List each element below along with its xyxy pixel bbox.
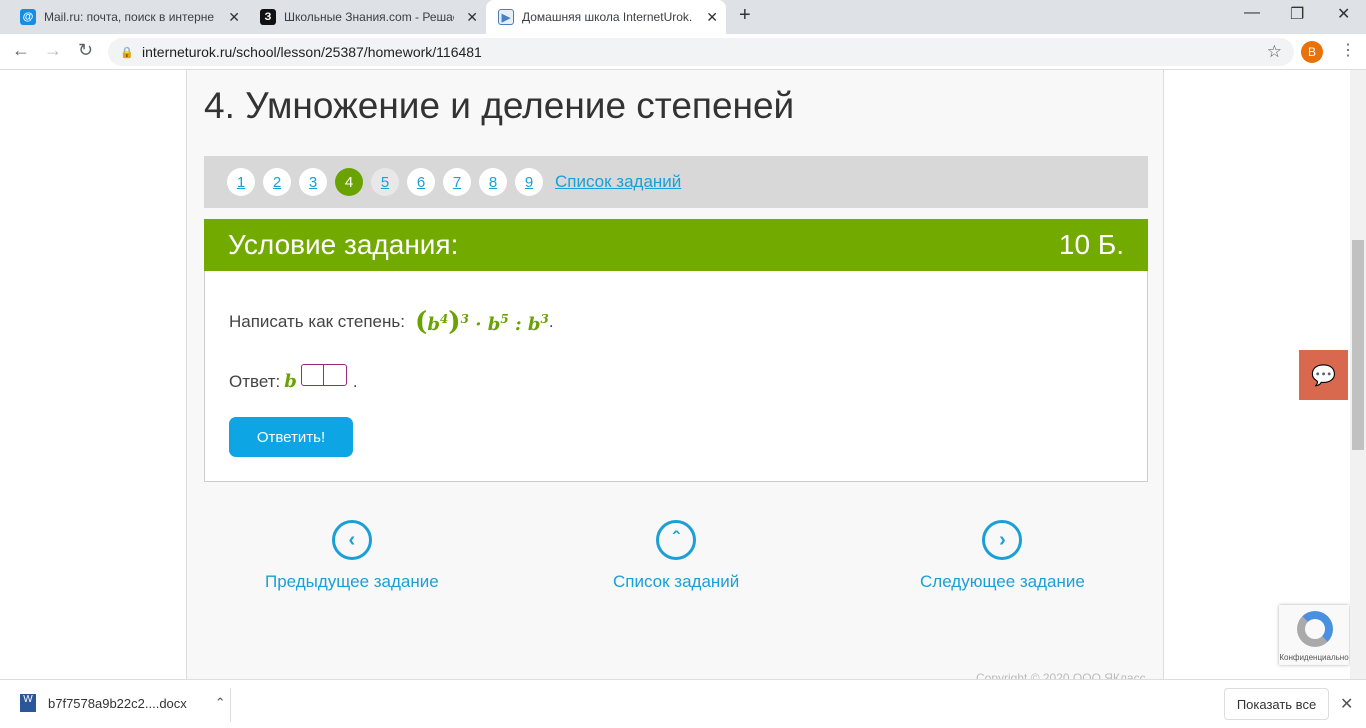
- submit-button[interactable]: Ответить!: [229, 417, 353, 457]
- mailru-icon: @: [20, 9, 36, 25]
- chat-button[interactable]: 💬: [1299, 350, 1348, 400]
- recaptcha-badge[interactable]: Конфиденциально: [1279, 605, 1349, 665]
- task-body: Написать как степень: (b4)3 · b5 : b3. О…: [204, 271, 1148, 482]
- page-link-9[interactable]: 9: [515, 168, 543, 196]
- page-link-2[interactable]: 2: [263, 168, 291, 196]
- task-header: Условие задания: 10 Б.: [204, 219, 1148, 271]
- answer-row: Ответ: b.: [229, 363, 358, 392]
- tab-strip: @ Mail.ru: почта, поиск в интернете ✕ З Шко…: [0, 0, 1366, 34]
- bookmark-star-icon[interactable]: ☆: [1267, 42, 1282, 62]
- address-bar[interactable]: 🔒 interneturok.ru/school/lesson/25387/hom…: [108, 38, 1294, 66]
- task-list-link[interactable]: Список заданий: [555, 172, 681, 192]
- close-window-button[interactable]: ✕: [1337, 4, 1350, 24]
- close-tab-icon[interactable]: ✕: [706, 9, 718, 26]
- tab-interneturok[interactable]: ▶ Домашняя школа InternetUrok.ru ✕: [486, 0, 726, 34]
- next-task-button[interactable]: › Следующее задание: [920, 520, 1085, 592]
- page-link-5[interactable]: 5: [371, 168, 399, 196]
- chevron-right-icon: ›: [982, 520, 1023, 560]
- internetUrok-icon: ▶: [498, 9, 514, 25]
- copyright: Copyright © 2020 ООО ЯКласс: [976, 671, 1146, 679]
- browser-toolbar: ← → ↻ 🔒 interneturok.ru/school/lesson/253…: [0, 34, 1366, 70]
- close-download-bar-icon[interactable]: ✕: [1340, 694, 1353, 714]
- points-badge: 10 Б.: [1058, 229, 1124, 260]
- close-tab-icon[interactable]: ✕: [228, 9, 240, 26]
- tab-znanija[interactable]: З Школьные Знания.com - Решаем ✕: [248, 0, 486, 34]
- page-title: 4. Умножение и деление степеней: [204, 85, 795, 126]
- scrollbar[interactable]: [1350, 70, 1366, 679]
- page-content: 4. Умножение и деление степеней 1 2 3 4 …: [0, 70, 1350, 679]
- scrollbar-thumb[interactable]: [1352, 240, 1364, 450]
- expression: (b4)3 · b5 : b3: [415, 307, 549, 337]
- znanija-icon: З: [260, 9, 276, 25]
- chevron-up-icon: ˆ: [656, 520, 697, 560]
- lock-icon: 🔒: [120, 46, 134, 59]
- page-link-4[interactable]: 4: [335, 168, 363, 196]
- forward-icon[interactable]: →: [44, 40, 62, 61]
- close-tab-icon[interactable]: ✕: [466, 9, 478, 26]
- back-icon[interactable]: ←: [12, 40, 30, 61]
- profile-avatar[interactable]: B: [1301, 41, 1323, 63]
- question: Написать как степень: (b4)3 · b5 : b3.: [229, 307, 554, 337]
- word-file-icon: W: [20, 694, 36, 712]
- page-link-3[interactable]: 3: [299, 168, 327, 196]
- restore-button[interactable]: ❐: [1290, 4, 1304, 24]
- reload-icon[interactable]: ↻: [78, 40, 93, 61]
- task-list-button[interactable]: ˆ Список заданий: [613, 520, 739, 592]
- chevron-left-icon: ‹: [331, 520, 372, 560]
- show-all-button[interactable]: Показать все: [1224, 688, 1329, 720]
- lesson-sheet: 4. Умножение и деление степеней 1 2 3 4 …: [186, 70, 1164, 679]
- minimize-button[interactable]: —: [1244, 4, 1260, 22]
- tab-mailru[interactable]: @ Mail.ru: почта, поиск в интернете ✕: [8, 0, 248, 34]
- task-pager: 1 2 3 4 5 6 7 8 9 Список заданий: [204, 156, 1148, 208]
- page-link-6[interactable]: 6: [407, 168, 435, 196]
- page-link-8[interactable]: 8: [479, 168, 507, 196]
- recaptcha-icon: [1297, 611, 1333, 647]
- page-link-1[interactable]: 1: [227, 168, 255, 196]
- exponent-input[interactable]: [300, 363, 347, 386]
- prev-task-button[interactable]: ‹ Предыдущее задание: [265, 520, 439, 592]
- chat-icon: 💬: [1311, 364, 1336, 387]
- new-tab-button[interactable]: +: [739, 4, 751, 27]
- download-bar: Wb7f7578a9b22c2....docx ⌃ Показать все ✕: [0, 679, 1366, 728]
- chevron-up-icon[interactable]: ⌃: [215, 695, 226, 711]
- menu-icon[interactable]: ⋮: [1340, 40, 1356, 60]
- download-item[interactable]: Wb7f7578a9b22c2....docx ⌃: [20, 694, 226, 712]
- page-link-7[interactable]: 7: [443, 168, 471, 196]
